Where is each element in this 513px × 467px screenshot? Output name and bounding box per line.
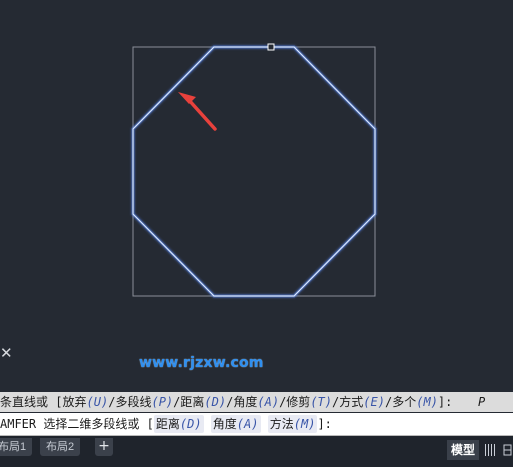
bounding-square <box>132 46 376 297</box>
red-arrow-icon <box>178 92 217 131</box>
command-answer: P <box>478 395 486 409</box>
tab-layout2[interactable]: 布局2 <box>40 438 81 456</box>
drawing-canvas[interactable]: ✕ www.rjzxw.com <box>0 0 513 380</box>
grip-square-icon[interactable] <box>267 43 275 51</box>
octagon[interactable] <box>131 45 377 298</box>
command-prompt: AMFER 选择二维多段线或 <box>0 417 140 431</box>
option-distance[interactable]: 距离(D) <box>180 395 226 409</box>
tab-layout1[interactable]: 布局1 <box>0 438 33 456</box>
close-icon[interactable]: ✕ <box>0 346 13 361</box>
add-layout-button[interactable]: + <box>95 438 113 456</box>
option-undo[interactable]: 放弃(U) <box>62 395 108 409</box>
drawing-area[interactable] <box>0 0 513 380</box>
command-history-line: 条直线或 [放弃(U)/多段线(P)/距离(D)/角度(A)/修剪(T)/方式(… <box>0 395 453 409</box>
option-angle-button[interactable]: 角度(A) <box>210 415 261 433</box>
watermark-text: www.rjzxw.com <box>139 355 264 371</box>
octagon-outline[interactable] <box>132 46 376 297</box>
option-method[interactable]: 方式(E) <box>339 395 385 409</box>
option-multiple[interactable]: 多个(M) <box>392 395 438 409</box>
option-trim[interactable]: 修剪(T) <box>286 395 332 409</box>
option-method-button[interactable]: 方法(M) <box>267 415 318 433</box>
command-line[interactable]: AMFER 选择二维多段线或 [距离(D) 角度(A) 方法(M)]: <box>0 413 513 436</box>
grid-icon[interactable] <box>484 442 498 458</box>
model-space-button[interactable]: 模型 <box>447 440 479 460</box>
option-distance-button[interactable]: 距离(D) <box>153 415 204 433</box>
command-history: 条直线或 [放弃(U)/多段线(P)/距离(D)/角度(A)/修剪(T)/方式(… <box>0 392 513 412</box>
option-angle[interactable]: 角度(A) <box>233 395 279 409</box>
status-bar: 布局1 布局2 + <box>0 436 513 467</box>
option-polyline[interactable]: 多段线(P) <box>115 395 173 409</box>
snap-icon[interactable] <box>502 442 513 458</box>
